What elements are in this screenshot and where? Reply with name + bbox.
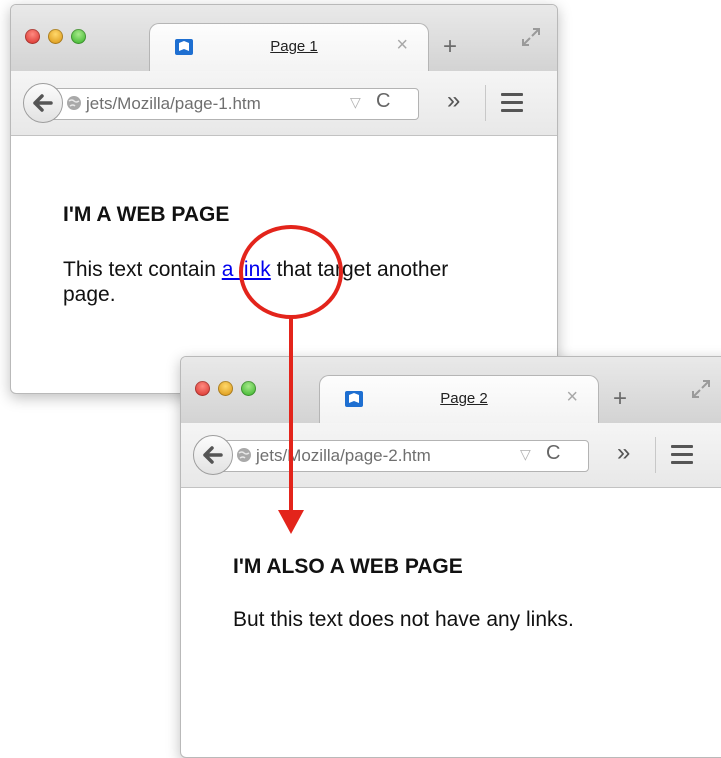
tab-page-1[interactable]: Page 1 ×	[149, 23, 429, 72]
close-tab-icon[interactable]: ×	[396, 34, 408, 57]
close-window-button[interactable]	[195, 381, 210, 396]
favicon-icon	[345, 391, 363, 407]
toolbar-divider	[655, 437, 656, 473]
url-dropdown-icon[interactable]: ▽	[350, 94, 361, 111]
new-tab-icon[interactable]: +	[613, 385, 627, 413]
favicon-icon	[175, 39, 193, 55]
new-tab-icon[interactable]: +	[443, 33, 457, 61]
url-bar[interactable]: jets/Mozilla/page-2.htm ▽ C	[215, 440, 589, 472]
globe-icon	[237, 448, 251, 462]
url-bar[interactable]: jets/Mozilla/page-1.htm ▽ C	[45, 88, 419, 120]
back-button[interactable]	[23, 83, 63, 123]
url-text: jets/Mozilla/page-2.htm	[256, 446, 431, 465]
maximize-window-button[interactable]	[241, 381, 256, 396]
back-button[interactable]	[193, 435, 233, 475]
navigation-toolbar: jets/Mozilla/page-1.htm ▽ C »	[11, 71, 557, 136]
tab-title: Page 2	[440, 390, 488, 407]
globe-icon	[67, 96, 81, 110]
title-bar: Page 2 × +	[181, 357, 721, 424]
back-arrow-icon	[203, 446, 223, 464]
toolbar-divider	[485, 85, 486, 121]
url-text: jets/Mozilla/page-1.htm	[86, 94, 261, 113]
hamburger-menu-icon[interactable]	[501, 93, 523, 113]
reload-icon[interactable]: C	[546, 442, 560, 465]
overflow-icon[interactable]: »	[617, 439, 630, 467]
maximize-window-button[interactable]	[71, 29, 86, 44]
close-window-button[interactable]	[25, 29, 40, 44]
tab-page-2[interactable]: Page 2 ×	[319, 375, 599, 424]
page-heading: I'M A WEB PAGE	[63, 203, 230, 226]
url-dropdown-icon[interactable]: ▽	[520, 446, 531, 463]
fullscreen-icon[interactable]	[519, 25, 543, 49]
page-paragraph: But this text does not have any links.	[233, 608, 574, 631]
minimize-window-button[interactable]	[218, 381, 233, 396]
title-bar: Page 1 × +	[11, 5, 557, 72]
browser-window-page-1: Page 1 × + jets/Mozilla/page-1.htm ▽ C »…	[10, 4, 558, 394]
minimize-window-button[interactable]	[48, 29, 63, 44]
page-heading: I'M ALSO A WEB PAGE	[233, 555, 463, 578]
navigation-toolbar: jets/Mozilla/page-2.htm ▽ C »	[181, 423, 721, 488]
back-arrow-icon	[33, 94, 53, 112]
reload-icon[interactable]: C	[376, 90, 390, 113]
close-tab-icon[interactable]: ×	[566, 386, 578, 409]
paragraph-text-before: This text contain	[63, 258, 222, 281]
browser-window-page-2: Page 2 × + jets/Mozilla/page-2.htm ▽ C »…	[180, 356, 721, 758]
overflow-icon[interactable]: »	[447, 87, 460, 115]
fullscreen-icon[interactable]	[689, 377, 713, 401]
page-link[interactable]: a link	[222, 258, 271, 281]
tab-title: Page 1	[270, 38, 318, 55]
hamburger-menu-icon[interactable]	[671, 445, 693, 465]
page-paragraph: This text contain a link that target ano…	[63, 257, 483, 307]
